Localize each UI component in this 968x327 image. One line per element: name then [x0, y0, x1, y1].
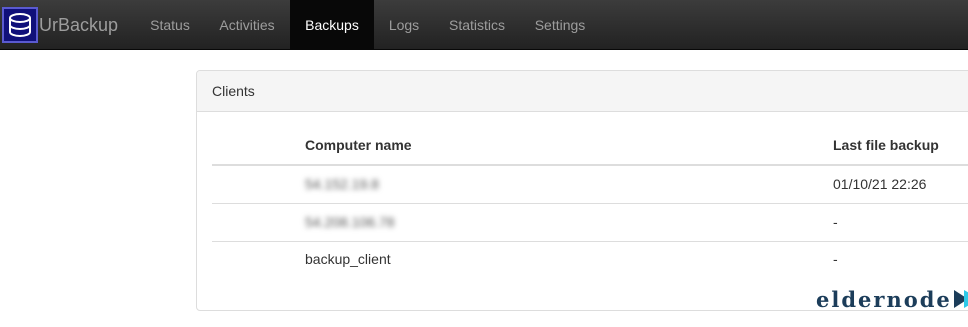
clients-panel: Clients Computer name Last file backup 5…	[196, 70, 968, 311]
nav-activities[interactable]: Activities	[204, 0, 290, 50]
table-row[interactable]: 54.152.19.8 01/10/21 22:26	[212, 166, 968, 204]
computer-name-cell: 54.152.19.8	[305, 176, 379, 192]
nav-status[interactable]: Status	[136, 0, 204, 50]
last-backup-cell: -	[833, 251, 838, 267]
database-logo-icon	[2, 7, 38, 43]
last-backup-cell: -	[833, 214, 838, 230]
computer-name-cell: backup_client	[305, 251, 391, 267]
computer-name-cell: 54.208.106.78	[305, 214, 395, 230]
nav-statistics[interactable]: Statistics	[434, 0, 520, 50]
watermark-text: eldernode	[816, 286, 952, 312]
brand-name: UrBackup	[39, 14, 119, 35]
top-navbar: UrBackup Status Activities Backups Logs …	[0, 0, 968, 50]
table-row[interactable]: 54.208.106.78 -	[212, 204, 968, 242]
last-backup-cell: 01/10/21 22:26	[833, 176, 927, 192]
eldernode-watermark: eldernode	[816, 284, 968, 314]
panel-title: Clients	[197, 71, 968, 112]
play-arrow-icon	[953, 290, 968, 308]
table-header: Computer name Last file backup	[212, 127, 968, 166]
column-computer-name[interactable]: Computer name	[305, 127, 412, 164]
table-row[interactable]: backup_client -	[212, 241, 968, 278]
brand[interactable]: UrBackup	[2, 5, 118, 45]
column-last-file-backup[interactable]: Last file backup	[833, 127, 939, 164]
nav-settings[interactable]: Settings	[520, 0, 600, 50]
nav-backups[interactable]: Backups	[290, 0, 374, 50]
nav-logs[interactable]: Logs	[374, 0, 434, 50]
